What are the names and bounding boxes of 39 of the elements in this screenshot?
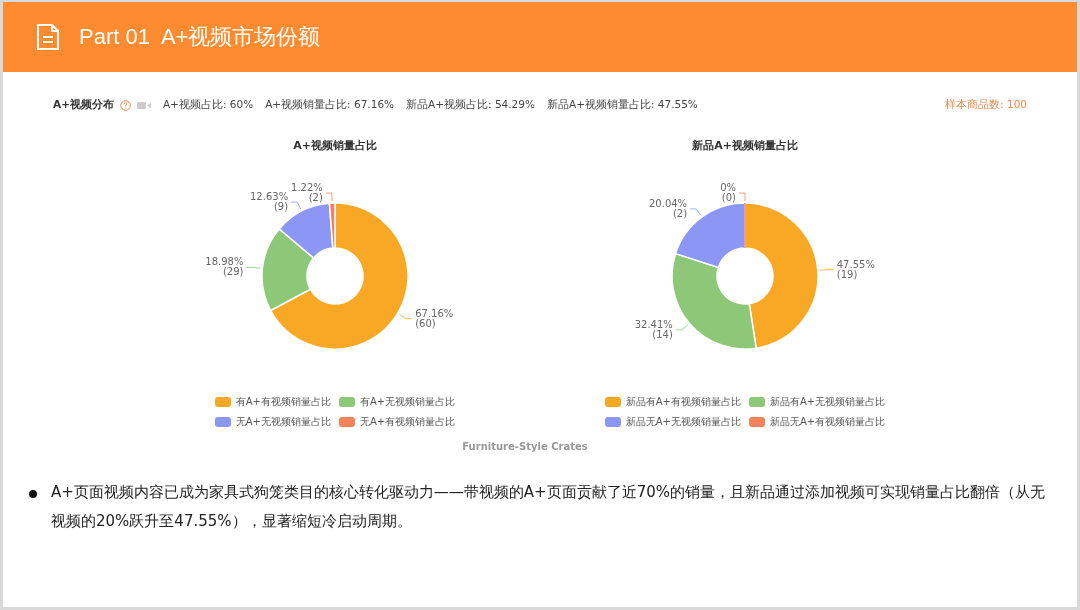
stat-text: A+视频销量占比: 67.16% [265,98,395,112]
leader-line [689,208,702,216]
legend-label[interactable]: 无A+无视频销量占比 [235,415,331,429]
slice-label: 32.41% (14) [634,318,673,340]
legend-label[interactable]: 无A+有视频销量占比 [360,415,456,429]
help-icon[interactable] [119,99,131,111]
bullet-icon [29,490,37,498]
legend-label[interactable]: 新品无A+有视频销量占比 [770,415,886,429]
legend-label[interactable]: 有A+无视频销量占比 [360,395,456,409]
slice-label: 20.04% (2) [649,197,688,219]
stat-text: A+视频占比: 60% [162,98,254,112]
chart-title: A+视频销量占比 [293,138,377,153]
slice-label: 47.55% (19) [836,258,875,280]
leader-line [290,201,302,210]
summary-text: A+页面视频内容已成为家具式狗笼类目的核心转化驱动力——带视频的A+页面贡献了近70%的销量，且新品通过添加视频可实现销量占比翻倍（从无视频的20%跃升至47.55%），显著缩短冷启动周期。 [51,482,1046,532]
leader-line [325,192,333,202]
leader-line [398,314,413,319]
slice-label: 67.16% (60) [415,307,454,329]
legend-label[interactable]: 新品有A+无视频销量占比 [770,395,886,409]
leader-line [246,266,261,269]
document-icon [35,23,61,51]
slice-label: 12.63% (9) [250,191,289,213]
slice-label: 18.98% (29) [205,256,244,278]
stat-text: 新品A+视频占比: 54.29% [406,98,535,112]
page-title: Part 01 A+视频市场份额 [79,23,321,51]
video-camera-icon [136,100,151,110]
section-title: A+视频分布 [53,98,114,112]
slice-label: 0% (0) [720,182,736,203]
legend-label[interactable]: 有A+有视频销量占比 [235,395,331,409]
chart-title: 新品A+视频销量占比 [692,138,798,153]
slice-label: 1.22% (2) [291,182,323,204]
legend-label[interactable]: 新品无A+无视频销量占比 [625,415,741,429]
stat-text: 新品A+视频销量占比: 47.55% [546,98,698,112]
leader-line [738,192,746,202]
legend-label[interactable]: 新品有A+有视频销量占比 [625,395,741,409]
leader-line [819,269,835,271]
leader-line [675,324,689,331]
sample-count: 样本商品数: 100 [945,98,1027,112]
category-label: Furniture-Style Crates [461,441,589,452]
